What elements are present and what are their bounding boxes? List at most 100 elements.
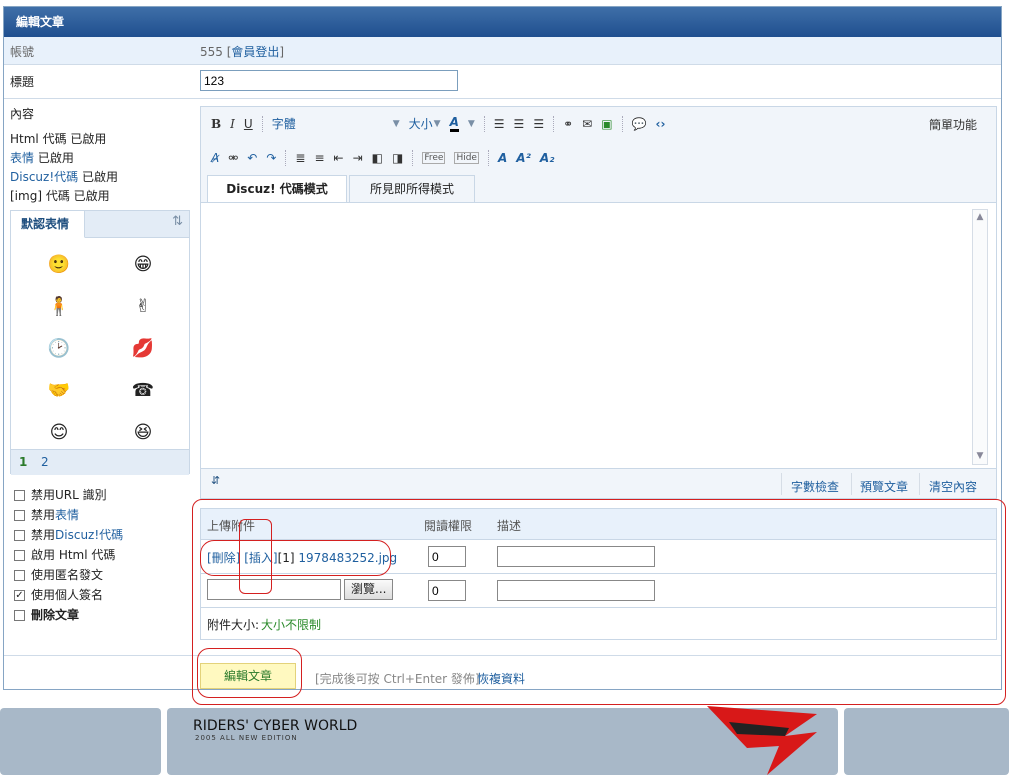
divider	[851, 473, 852, 495]
image-icon[interactable]: ▣	[601, 117, 612, 131]
tab-wysiwyg-mode[interactable]: 所見即所得模式	[349, 175, 475, 202]
code-icon[interactable]: ‹›	[656, 117, 666, 131]
username: 555	[200, 45, 223, 59]
free-icon[interactable]: Free	[422, 151, 446, 164]
undo-icon[interactable]: ↶	[247, 151, 257, 165]
account-row: 帳號 555 [會員登出]	[4, 37, 1001, 65]
option-link[interactable]: 表情	[55, 505, 79, 525]
sort-icon[interactable]: ⇅	[172, 214, 183, 229]
highlight-submit	[197, 648, 302, 698]
footer-block-left	[0, 708, 161, 775]
underline-icon[interactable]: U	[244, 117, 253, 131]
resize-icon[interactable]: ⇵	[211, 474, 220, 487]
quote-icon[interactable]: 💬	[632, 117, 647, 131]
option-row: 禁用 URL 識別	[14, 485, 123, 505]
unlink-icon[interactable]: ⚮	[228, 151, 238, 165]
smile-link[interactable]: 表情	[10, 151, 34, 165]
subscript-icon[interactable]: A₂	[540, 151, 555, 165]
align-center-icon[interactable]: ☰	[514, 117, 525, 131]
remove-format-icon[interactable]: A̷	[211, 151, 219, 165]
figure-icon[interactable]: 🧍	[47, 295, 71, 319]
html-status: Html 代碼 已啟用	[10, 132, 107, 146]
title-label: 標題	[10, 75, 35, 89]
scroll-up-icon[interactable]: ▲	[973, 210, 987, 225]
page-2[interactable]: 2	[41, 455, 49, 469]
chevron-down-icon[interactable]: ▼	[434, 119, 441, 129]
content-label: 內容	[10, 107, 35, 121]
content-info: 內容 Html 代碼 已啟用 表情 已啟用 Discuz!代碼 已啟用 [img…	[10, 105, 196, 206]
lips-icon[interactable]: 💋	[131, 337, 155, 361]
option-checkbox[interactable]	[14, 609, 25, 621]
divider	[781, 473, 782, 495]
scroll-down-icon[interactable]: ▼	[973, 449, 987, 464]
outdent-icon[interactable]: ⇤	[334, 151, 344, 165]
link-icon[interactable]: ⚭	[563, 117, 573, 131]
logout-link[interactable]: 會員登出	[231, 45, 279, 59]
option-label: URL 識別	[55, 488, 107, 502]
option-checkbox[interactable]	[14, 549, 25, 561]
ordered-list-icon[interactable]: ≣	[295, 151, 305, 165]
italic-icon[interactable]: I	[230, 117, 235, 131]
clear-link[interactable]: 清空內容	[929, 478, 977, 495]
word-count-link[interactable]: 字數檢查	[791, 478, 839, 495]
option-checkbox[interactable]: ✓	[14, 589, 25, 601]
indent-icon[interactable]: ⇥	[353, 151, 363, 165]
size-select[interactable]: 大小	[409, 115, 433, 132]
option-checkbox[interactable]	[14, 529, 25, 541]
page-1[interactable]: 1	[19, 455, 27, 469]
content-textarea[interactable]: ▲ ▼	[201, 202, 996, 468]
float-right-icon[interactable]: ◨	[392, 151, 403, 165]
discuz-link[interactable]: Discuz!代碼	[10, 170, 78, 184]
text-color-icon[interactable]: A	[449, 115, 459, 132]
preview-link[interactable]: 預覽文章	[860, 478, 908, 495]
option-label: 使用匿名發文	[31, 568, 104, 582]
page-title: 編輯文章	[4, 7, 1001, 37]
tab-discuz-mode[interactable]: Discuz! 代碼模式	[207, 175, 347, 203]
smile-status-line: 表情 已啟用	[10, 149, 196, 168]
option-checkbox[interactable]	[14, 569, 25, 581]
option-row: 刪除文章	[14, 605, 123, 625]
option-checkbox[interactable]	[14, 489, 25, 501]
peace-icon[interactable]: ✌	[131, 295, 155, 319]
email-icon[interactable]: ✉	[582, 117, 592, 131]
happy-icon[interactable]: 😊	[47, 421, 71, 445]
font-select[interactable]: 字體	[272, 115, 384, 132]
option-label: 刪除文章	[31, 608, 80, 622]
phone-icon[interactable]: ☎	[131, 379, 155, 403]
toolbar-separator	[553, 115, 555, 132]
bold-icon[interactable]: B	[211, 117, 221, 131]
title-input[interactable]	[200, 70, 458, 91]
chevron-down-icon[interactable]: ▼	[393, 119, 400, 129]
toolbar-separator	[412, 149, 414, 166]
simple-mode-link[interactable]: 簡單功能	[929, 116, 977, 133]
divider	[919, 473, 920, 495]
redo-icon[interactable]: ↷	[266, 151, 276, 165]
hide-icon[interactable]: Hide	[454, 151, 479, 164]
smilies-pager: 1 2	[11, 449, 189, 475]
handshake-icon[interactable]: 🤝	[47, 379, 71, 403]
option-checkbox[interactable]	[14, 509, 25, 521]
editor-footer: ⇵ 字數檢查 預覽文章 清空內容	[201, 468, 996, 498]
smilies-tab[interactable]: 默認表情	[11, 211, 85, 238]
chevron-down-icon[interactable]: ▼	[468, 119, 475, 129]
site-footer: RIDERS' CYBER WORLD 2005 ALL NEW EDITION	[0, 706, 1009, 775]
align-right-icon[interactable]: ☰	[533, 117, 544, 131]
align-left-icon[interactable]: ☰	[494, 117, 505, 131]
unordered-list-icon[interactable]: ≡	[314, 151, 324, 165]
grin-icon[interactable]: 😁	[131, 253, 155, 277]
footer-block-right	[844, 708, 1009, 775]
option-label: 禁用	[31, 488, 56, 502]
clock-icon[interactable]: 🕑	[47, 337, 71, 361]
option-row: 啟用 Html 代碼	[14, 545, 123, 565]
option-label: 使用個人簽名	[31, 588, 104, 602]
toolbar-separator	[487, 149, 489, 166]
laugh-icon[interactable]: 😆	[131, 421, 155, 445]
smile-icon[interactable]: 🙂	[47, 253, 71, 277]
font-bigger-icon[interactable]: A	[498, 151, 507, 165]
post-options: 禁用 URL 識別 禁用 表情 禁用 Discuz!代碼 啟用 Html 代碼 使用匿名…	[14, 485, 123, 625]
superscript-icon[interactable]: A²	[516, 151, 531, 165]
option-link[interactable]: Discuz!代碼	[55, 525, 123, 545]
vertical-scrollbar[interactable]: ▲ ▼	[972, 209, 988, 465]
float-left-icon[interactable]: ◧	[372, 151, 383, 165]
footer-edition: 2005 ALL NEW EDITION	[195, 734, 298, 742]
